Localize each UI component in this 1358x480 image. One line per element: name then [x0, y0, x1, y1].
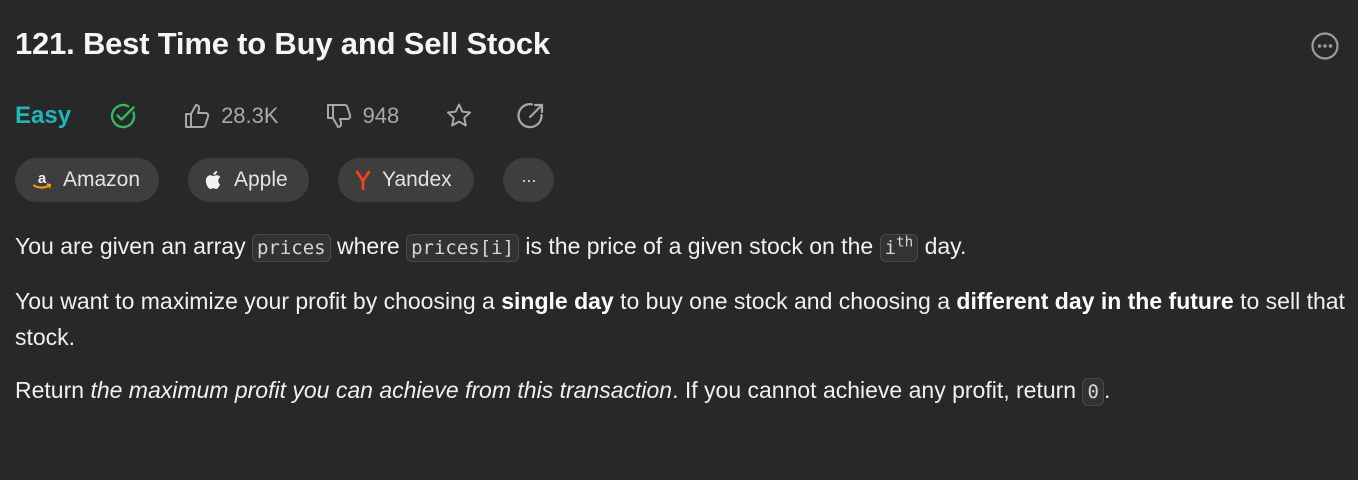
favorite-button[interactable]: [444, 101, 474, 131]
dislike-button[interactable]: 948: [325, 102, 400, 130]
italic-text: the maximum profit you can achieve from …: [90, 377, 673, 403]
inline-code: prices: [251, 234, 331, 262]
description-text: where: [330, 233, 407, 259]
company-tag-label: Amazon: [63, 168, 141, 191]
company-tag-label: Apple: [234, 168, 288, 191]
inline-code: ith: [879, 234, 919, 262]
bold-text: different day in the future: [956, 288, 1234, 314]
share-icon: [517, 103, 544, 129]
problem-title: 121. Best Time to Buy and Sell Stock: [15, 26, 550, 61]
solved-status: [108, 101, 138, 131]
description-paragraph: You want to maximize your profit by choo…: [15, 283, 1345, 355]
more-companies-button[interactable]: ···: [503, 158, 554, 202]
yandex-logo: [355, 170, 371, 190]
description-text: . If you cannot achieve any profit, retu…: [672, 377, 1083, 403]
amazon-logo: a: [33, 170, 52, 189]
description-paragraph: Return the maximum profit you can achiev…: [15, 372, 1345, 410]
description-paragraph: You are given an array prices where pric…: [15, 228, 1345, 266]
likes-count: 28.3K: [221, 103, 279, 128]
company-tag-label: Yandex: [382, 168, 452, 191]
company-tag-yandex[interactable]: Yandex: [338, 158, 474, 202]
star-icon: [447, 103, 472, 127]
more-companies-label: ···: [521, 169, 537, 190]
share-button[interactable]: [516, 101, 546, 131]
company-tags: a Amazon Apple Yandex ···: [15, 158, 554, 202]
like-button[interactable]: 28.3K: [183, 102, 279, 130]
inline-code: prices[i]: [406, 234, 520, 262]
svg-text:a: a: [38, 170, 47, 187]
dislikes-count: 948: [362, 103, 400, 128]
thumbs-down-icon: [326, 104, 351, 128]
check-circle-icon: [110, 103, 136, 129]
bold-text: single day: [501, 288, 614, 314]
problem-meta-row: Easy 28.3K 948: [15, 96, 546, 136]
difficulty-label: Easy: [15, 102, 72, 129]
problem-description: You are given an array prices where pric…: [15, 228, 1345, 427]
company-tag-amazon[interactable]: a Amazon: [15, 158, 159, 202]
more-options-button[interactable]: [1311, 32, 1339, 60]
description-text: .: [1103, 377, 1111, 403]
thumbs-up-icon: [185, 104, 210, 128]
inline-code: 0: [1082, 378, 1104, 406]
apple-logo: [205, 171, 221, 189]
description-text: You are given an array: [15, 233, 252, 259]
description-text: day.: [918, 233, 967, 259]
description-text: You want to maximize your profit by choo…: [15, 288, 502, 314]
description-text: is the price of a given stock on the: [519, 233, 880, 259]
description-text: to buy one stock and choosing a: [613, 288, 957, 314]
description-text: Return: [15, 377, 91, 403]
inline-code-text: i: [884, 237, 897, 259]
superscript: th: [896, 234, 914, 251]
more-horizontal-icon: [1311, 32, 1339, 60]
company-tag-apple[interactable]: Apple: [188, 158, 309, 202]
